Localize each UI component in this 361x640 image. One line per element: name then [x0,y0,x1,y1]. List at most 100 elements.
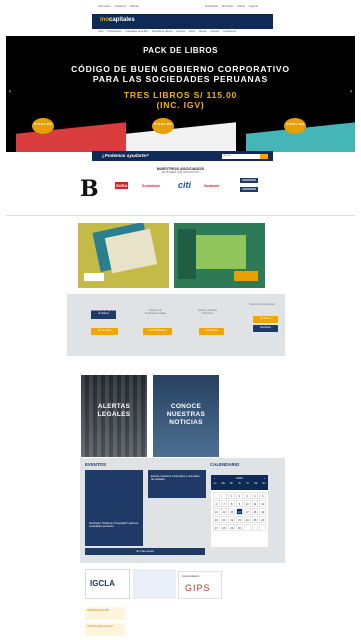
associate-logo[interactable]: B [80,176,99,202]
weekday-label: Sá [254,483,258,486]
events-section: EVENTOS CALENDARIO Seminario "Gobierno C… [80,458,285,563]
service-button[interactable]: Ver Publicaciones [143,328,172,335]
nav-item[interactable]: Sociedades de la BVL [126,31,149,33]
hero-banner[interactable]: PACK DE LIBROS CÓDIGO DE BUEN GOBIERNO C… [6,36,355,152]
igcla-logo-text: IGCLA [90,579,115,588]
calendar-day[interactable]: 2 [236,492,243,499]
calendar-day[interactable]: 7 [220,500,228,507]
associate-logo[interactable]: Santander [204,184,220,188]
calendar-day[interactable]: 21 [220,516,228,523]
download-app-badge[interactable]: DESCARGA LA APP [85,607,125,620]
nav-item[interactable]: Libros [189,31,195,33]
price-badge: S/ 49 (Inc. IGV) [32,118,54,134]
nav-item[interactable]: Artículos [210,31,219,33]
top-link[interactable]: Contactos [114,5,125,8]
calendar-day[interactable]: 14 [220,508,228,515]
top-link[interactable]: Noticias [130,5,139,8]
main-nav: Inicio Publicaciones Sociedades de la BV… [92,29,273,35]
calendar-day[interactable]: 22 [228,516,236,523]
calendar-day[interactable]: 5 [259,492,266,499]
calendar-day[interactable]: 6 [213,500,220,507]
service-card[interactable]: Reportes de Sociedades Listadas [143,310,168,316]
nav-item[interactable]: Alertas [199,31,206,33]
book-cover [196,235,246,269]
service-button[interactable]: Ver Servicios [91,328,118,335]
calendar-day[interactable]: 3 [243,492,251,499]
banner-title-line1: CÓDIGO DE BUEN GOBIERNO CORPORATIVO [71,64,290,74]
calendar-day[interactable]: 11 [251,500,259,507]
event-card[interactable]: Seminario "Gobierno Corporativo" para la… [85,470,143,546]
top-link[interactable]: Informativo [98,5,110,8]
services-section: Información de Mercado de Valores Report… [67,294,285,356]
next-month-icon[interactable]: › [264,476,265,480]
calendar-grid: 1 2 3 4 5 6 7 8 9 10 11 12 13 14 15 16 17 18 19 20 21 22 23 24 2… [211,490,268,533]
nav-item[interactable]: Mercado de Valores [152,31,172,33]
weekday-label: Ma [221,483,225,486]
tile-label: ALERTAS LEGALES [97,403,131,418]
associate-logo[interactable]: ASOCIADO [240,187,258,192]
calendar-day[interactable]: 15 [228,508,236,515]
alertas-legales-tile[interactable]: ALERTAS LEGALES [81,375,147,457]
calendar-day[interactable]: 27 [213,524,220,531]
subscribe-button[interactable]: Suscríbete [253,325,278,332]
calendar-day[interactable]: 18 [251,508,259,515]
calendar-day[interactable]: 25 [251,516,259,523]
service-button[interactable]: Ver Planes [253,316,278,323]
more-events-button[interactable]: Ver más eventos [85,548,205,555]
top-link[interactable]: Mis Libros [222,5,233,8]
nav-item[interactable]: Contáctenos [223,31,236,33]
promo-banner-right[interactable] [174,223,265,288]
service-card[interactable]: Análisis y Estudios Financieros [195,310,220,316]
carousel-next-icon[interactable]: › [350,89,352,95]
top-links-left: Informativo Contactos Noticias [98,5,139,8]
calendar-day[interactable]: 20 [213,516,220,523]
calendar-day[interactable]: 13 [213,508,220,515]
promo-banner-left[interactable] [78,223,169,288]
calendar-day[interactable]: 8 [228,500,236,507]
calendar-day[interactable]: 4 [251,492,259,499]
site-logo[interactable]: inocapitales [100,17,135,23]
carousel-prev-icon[interactable]: ‹ [9,89,11,95]
calendar-day[interactable]: 10 [243,500,251,507]
google-play-badge[interactable]: VER EN GOOGLE PLAY [85,623,125,636]
calendar-day[interactable]: 30 [236,524,243,531]
calendar-widget: ‹ 2023 › Lu Ma Mi Ju Vi Sá Do 1 2 3 4 5 6 7 8 9 10 11 12 1… [210,474,269,548]
nav-item[interactable]: Inicio [98,31,103,33]
calendar-day[interactable]: 26 [259,516,266,523]
top-link[interactable]: Carrito [237,5,245,8]
event-card[interactable]: Evento: Gobierno Corporativo y mercados … [148,470,206,498]
service-card[interactable]: Información de Mercado de Valores [91,310,116,319]
calendar-day[interactable]: 23 [236,516,243,523]
nav-item[interactable]: Eventos [177,31,185,33]
calendar-day[interactable]: 12 [259,500,266,507]
calendar-day[interactable]: 17 [243,508,251,515]
top-link[interactable]: Suscripción [205,5,218,8]
weekday-label: Vi [246,483,249,486]
search-input[interactable]: Buscar [222,153,260,159]
calendar-title: CALENDARIO [210,462,240,467]
calendar-day[interactable]: 28 [220,524,228,531]
calendar-day[interactable]: 16 [236,508,243,515]
associate-logo[interactable]: Scotiabank [142,184,160,188]
prev-month-icon[interactable]: ‹ [214,476,215,480]
bottom-section: IGCLA Grupo Gobierno GIPS DESCARGA LA AP… [80,563,285,640]
logo-prefix: ino [100,17,109,23]
associate-logo[interactable]: ASOCIADO [240,178,258,183]
nav-item[interactable]: Publicaciones [107,31,121,33]
calendar-day[interactable]: 29 [228,524,236,531]
search-button[interactable] [260,153,268,159]
calendar-day[interactable]: 9 [236,500,243,507]
associate-logo[interactable]: citi [178,180,191,190]
associate-logo[interactable]: SURA [115,182,129,189]
gips-logo[interactable]: Grupo Gobierno GIPS [178,571,222,599]
top-link[interactable]: Ingresar [249,5,258,8]
calendar-day[interactable]: 1 [228,492,236,499]
noticias-tile[interactable]: CONOCE NUESTRAS NOTICIAS [153,375,219,457]
book-covers: S/ 49 (Inc. IGV) S/ 49 (Inc. IGV) S/ 49 … [6,118,355,152]
service-card[interactable]: Suscripción Institucional [247,304,277,307]
igcla-logo[interactable]: IGCLA [85,569,130,599]
calendar-day[interactable]: 19 [259,508,266,515]
service-button[interactable]: Ver Estudios [199,328,224,335]
banner-price: TRES LIBROS S/ 115.00 (INC. IGV) [6,90,355,110]
calendar-day[interactable]: 24 [243,516,251,523]
